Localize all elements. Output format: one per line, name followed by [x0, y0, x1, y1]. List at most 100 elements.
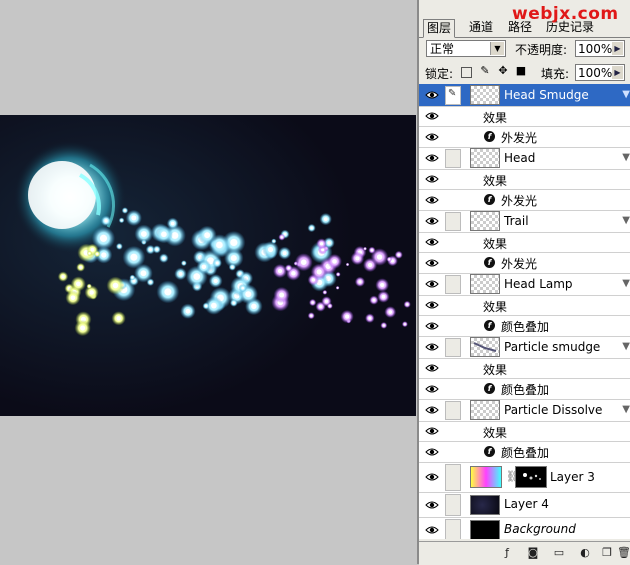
link-slot[interactable]	[445, 494, 461, 516]
lock-move-icon[interactable]: ✥	[497, 65, 509, 77]
eye-icon[interactable]	[423, 492, 441, 517]
effects-label: 效果	[483, 426, 508, 440]
fill-field[interactable]: 100% ▶	[575, 64, 625, 81]
link-slot[interactable]	[445, 149, 461, 168]
trash-icon[interactable]: 🗑	[617, 547, 630, 559]
lock-brush-icon[interactable]: ✎	[479, 65, 491, 77]
layer-effects-row[interactable]: 效果	[419, 169, 630, 190]
fx-icon: f	[484, 383, 495, 394]
eye-icon[interactable]	[423, 252, 441, 273]
fill-label: 填充:	[541, 67, 570, 81]
opacity-field[interactable]: 100% ▶	[575, 40, 625, 57]
eye-icon[interactable]	[423, 421, 441, 441]
layer-effect-item[interactable]: f 颜色叠加	[419, 315, 630, 337]
brush-icon[interactable]: ✎	[445, 86, 461, 105]
layer-effect-item[interactable]: f 外发光	[419, 189, 630, 211]
particle-core	[131, 276, 134, 279]
link-slot[interactable]	[445, 275, 461, 294]
adjustment-icon[interactable]: ◐	[579, 547, 591, 559]
particle-core	[327, 241, 331, 245]
layer-thumbnail	[470, 337, 500, 357]
particle-core	[99, 234, 108, 242]
particle-core	[230, 238, 238, 247]
particle-core	[324, 299, 329, 303]
layer-row[interactable]: Background	[419, 517, 630, 539]
eye-icon[interactable]	[423, 462, 441, 492]
fx-icon[interactable]: ƒ	[501, 547, 513, 559]
mask-icon[interactable]: ◙	[527, 547, 539, 559]
eye-icon[interactable]	[423, 517, 441, 539]
link-slot[interactable]	[445, 401, 461, 420]
layer-row[interactable]: Trail ▼	[419, 210, 630, 233]
eye-icon[interactable]	[423, 126, 441, 147]
eye-icon[interactable]	[423, 273, 441, 295]
eye-icon[interactable]	[423, 336, 441, 358]
eye-icon[interactable]	[423, 441, 441, 462]
document-canvas[interactable]	[0, 115, 416, 416]
link-slot[interactable]	[445, 338, 461, 357]
effects-label: 效果	[483, 300, 508, 314]
eye-icon[interactable]	[423, 295, 441, 315]
particle-core	[316, 269, 322, 275]
chevron-right-icon[interactable]: ▶	[612, 42, 623, 55]
new-layer-icon[interactable]: ❐	[601, 547, 613, 559]
fx-icon[interactable]: ▼	[622, 152, 630, 163]
layer-effect-item[interactable]: f 颜色叠加	[419, 441, 630, 463]
layer-row[interactable]: Head ▼	[419, 147, 630, 170]
particle-core	[245, 291, 252, 298]
eye-icon[interactable]	[423, 210, 441, 232]
fx-icon[interactable]: ▼	[622, 404, 630, 415]
particle-core	[88, 285, 91, 288]
particle-core	[201, 264, 207, 270]
chevron-right-icon[interactable]: ▶	[612, 66, 623, 79]
particle-core	[89, 290, 94, 295]
layer-mask-thumbnail[interactable]	[515, 466, 547, 488]
eye-icon[interactable]	[423, 84, 441, 106]
tab-channels[interactable]: 通道	[466, 19, 496, 36]
eye-icon[interactable]	[423, 315, 441, 336]
eye-icon[interactable]	[423, 106, 441, 126]
layer-effect-item[interactable]: f 颜色叠加	[419, 378, 630, 400]
tab-layers[interactable]: 图层	[423, 19, 456, 38]
layer-effect-item[interactable]: f 外发光	[419, 126, 630, 148]
layer-row[interactable]: Particle smudge ▼	[419, 336, 630, 359]
chevron-down-icon: ▼	[490, 42, 504, 55]
particle-core	[319, 305, 323, 309]
eye-icon[interactable]	[423, 378, 441, 399]
particle-core	[213, 278, 218, 284]
fx-icon[interactable]: ▼	[622, 278, 630, 289]
blend-mode-select[interactable]: 正常 ▼	[426, 40, 506, 57]
link-slot[interactable]	[445, 212, 461, 231]
layer-row[interactable]: Layer 4	[419, 492, 630, 518]
layer-effect-item[interactable]: f 外发光	[419, 252, 630, 274]
fx-icon[interactable]: ▼	[622, 341, 630, 352]
layer-row[interactable]: ⛓ Layer 3	[419, 462, 630, 493]
fx-icon[interactable]: ▼	[622, 89, 630, 100]
layer-effects-row[interactable]: 效果	[419, 295, 630, 316]
folder-icon[interactable]: ▭	[553, 547, 565, 559]
layers-list[interactable]: ✎ Head Smudge ▼ 效果 f 外发光 Head ▼ 效果 f 外发光 Trail ▼ 效果 f 外…	[419, 84, 630, 539]
layer-row[interactable]: Head Lamp ▼	[419, 273, 630, 296]
layer-effects-row[interactable]: 效果	[419, 232, 630, 253]
layer-row[interactable]: ✎ Head Smudge ▼	[419, 84, 630, 107]
link-slot[interactable]	[445, 464, 461, 491]
link-slot[interactable]	[445, 519, 461, 539]
particle-core	[382, 324, 385, 327]
effects-label: 效果	[483, 174, 508, 188]
eye-icon[interactable]	[423, 358, 441, 378]
eye-icon	[425, 91, 439, 99]
eye-icon	[425, 343, 439, 351]
eye-icon[interactable]	[423, 189, 441, 210]
layer-effects-row[interactable]: 效果	[419, 106, 630, 127]
fx-icon[interactable]: ▼	[622, 215, 630, 226]
lock-transparency-icon[interactable]	[461, 67, 472, 78]
eye-icon[interactable]	[423, 399, 441, 421]
layer-effects-row[interactable]: 效果	[419, 358, 630, 379]
fx-icon: f	[484, 257, 495, 268]
lock-all-icon[interactable]: ■	[515, 65, 527, 77]
eye-icon[interactable]	[423, 232, 441, 252]
layer-effects-row[interactable]: 效果	[419, 421, 630, 442]
layer-row[interactable]: Particle Dissolve ▼	[419, 399, 630, 422]
eye-icon[interactable]	[423, 169, 441, 189]
eye-icon[interactable]	[423, 147, 441, 169]
